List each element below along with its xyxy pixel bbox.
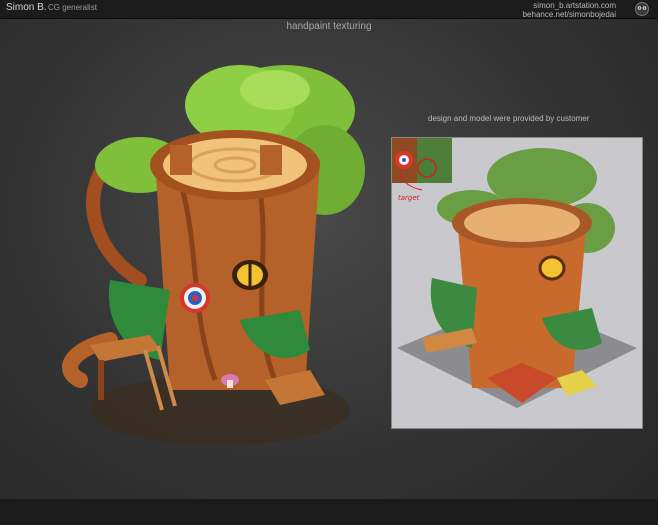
- artstation-link[interactable]: simon_b.artstation.com: [523, 1, 616, 10]
- treehouse-render: [62, 65, 365, 445]
- reference-image: target: [391, 137, 643, 429]
- owl-logo-icon: [635, 2, 649, 16]
- behance-link[interactable]: behance.net/simonbojedai: [523, 10, 616, 19]
- portfolio-links: simon_b.artstation.com behance.net/simon…: [523, 1, 616, 19]
- reference-caption: design and model were provided by custom…: [428, 114, 590, 123]
- bottom-bar: [0, 499, 658, 525]
- page-title: handpaint texturing: [286, 21, 372, 32]
- top-bar: Simon B. CG generalist simon_b.artstatio…: [0, 0, 658, 19]
- author-name: Simon B.: [6, 2, 47, 13]
- target-annotation: target: [398, 194, 420, 202]
- author-role: CG generalist: [48, 3, 97, 12]
- reference-model-render: target: [392, 138, 637, 408]
